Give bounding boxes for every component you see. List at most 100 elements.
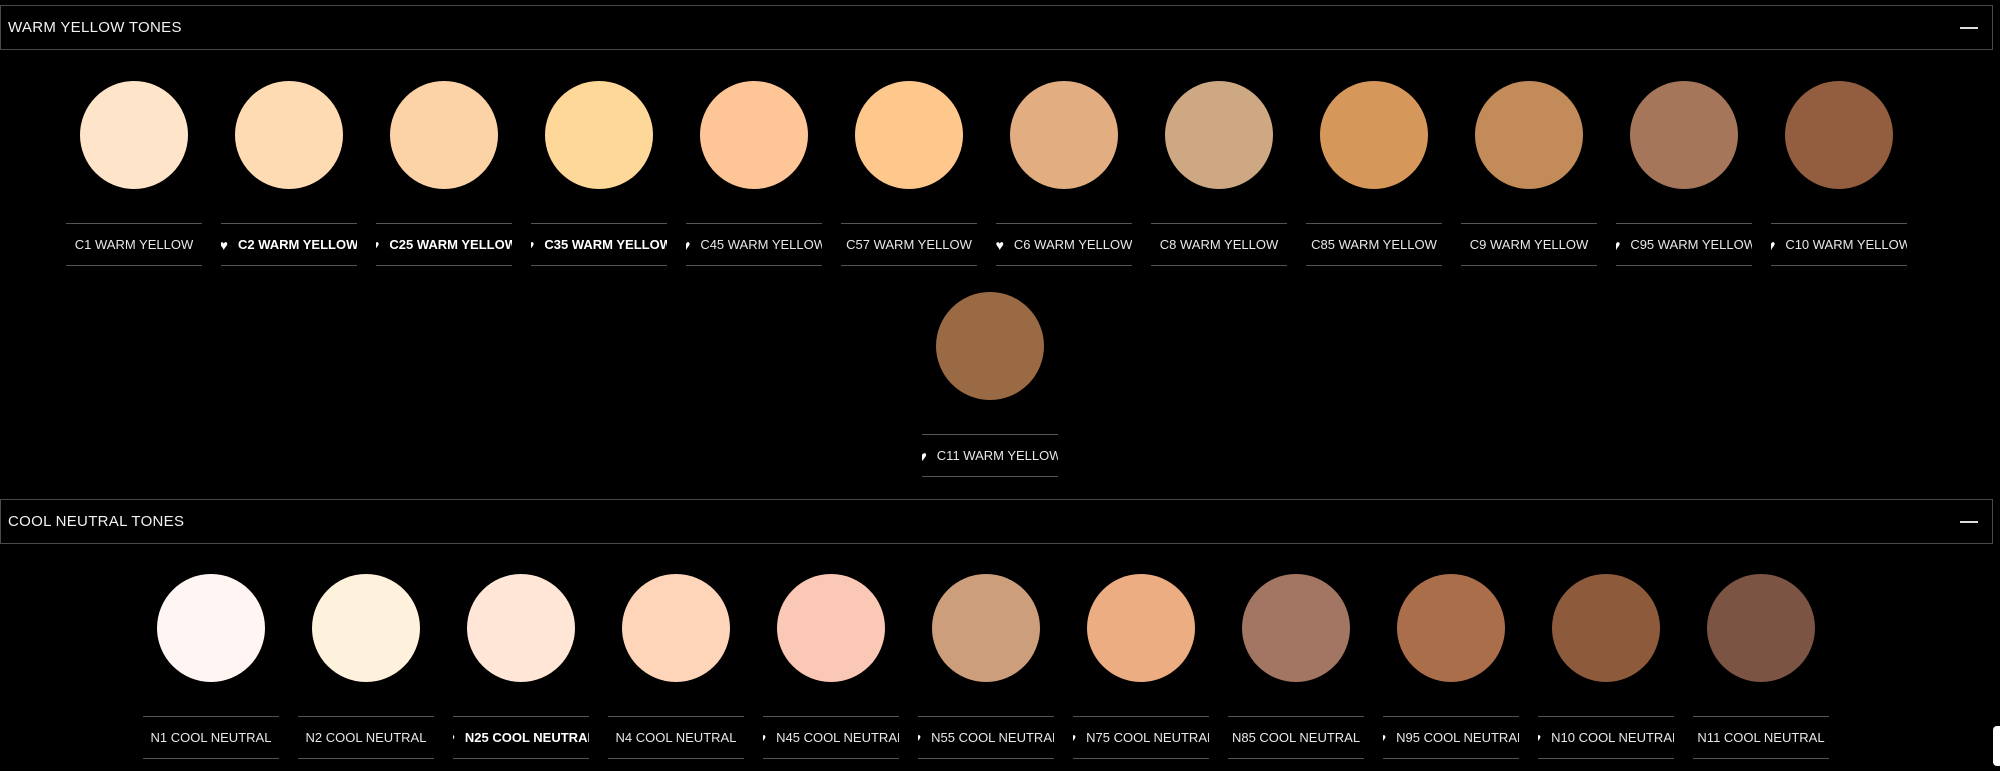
shade-label-button[interactable]: ♥ C2 WARM YELLOW xyxy=(221,223,357,266)
shade-label-button[interactable]: ♥ C45 WARM YELLOW xyxy=(686,223,822,266)
shade-label-text: C11 WARM YELLOW xyxy=(936,448,1058,463)
shade-color-circle[interactable] xyxy=(390,81,498,189)
shade-label-button[interactable]: ♥ N55 COOL NEUTRAL xyxy=(918,716,1054,759)
shade-label-text: N95 COOL NEUTRAL xyxy=(1396,730,1519,745)
shade-swatch[interactable]: ♥ C10 WARM YELLOW xyxy=(1771,81,1907,266)
shade-label-text: N1 COOL NEUTRAL xyxy=(150,730,272,745)
shade-label-text: C10 WARM YELLOW xyxy=(1785,237,1907,252)
shade-swatch[interactable]: ♥ C11 WARM YELLOW xyxy=(922,292,1058,477)
shade-swatch[interactable]: ♥ N55 COOL NEUTRAL xyxy=(918,574,1054,759)
shade-color-circle[interactable] xyxy=(545,81,653,189)
shade-label-text: C57 WARM YELLOW xyxy=(846,237,972,252)
shade-color-circle[interactable] xyxy=(235,81,343,189)
shade-label-text: N4 COOL NEUTRAL xyxy=(615,730,737,745)
shade-swatch[interactable]: C85 WARM YELLOW xyxy=(1306,81,1442,266)
shade-swatch[interactable]: ♥ N10 COOL NEUTRAL xyxy=(1538,574,1674,759)
heart-icon: ♥ xyxy=(1538,731,1541,745)
shade-swatch[interactable]: N4 COOL NEUTRAL xyxy=(608,574,744,759)
shade-swatch[interactable]: ♥ N45 COOL NEUTRAL xyxy=(763,574,899,759)
shade-label-button[interactable]: C57 WARM YELLOW xyxy=(841,223,977,266)
shade-label-button[interactable]: C85 WARM YELLOW xyxy=(1306,223,1442,266)
shade-color-circle[interactable] xyxy=(157,574,265,682)
shade-label-button[interactable]: N85 COOL NEUTRAL xyxy=(1228,716,1364,759)
shade-label-button[interactable]: ♥ C95 WARM YELLOW xyxy=(1616,223,1752,266)
section-title: WARM YELLOW TONES xyxy=(8,19,182,36)
shade-color-circle[interactable] xyxy=(936,292,1044,400)
shade-color-circle[interactable] xyxy=(700,81,808,189)
shade-label-button[interactable]: ♥ C6 WARM YELLOW xyxy=(996,223,1132,266)
shade-color-circle[interactable] xyxy=(1475,81,1583,189)
shade-swatch[interactable]: ♥ C2 WARM YELLOW xyxy=(221,81,357,266)
shade-color-circle[interactable] xyxy=(1785,81,1893,189)
shade-swatch[interactable]: C57 WARM YELLOW xyxy=(841,81,977,266)
section-header-warm-yellow[interactable]: WARM YELLOW TONES xyxy=(0,5,1993,50)
shade-color-circle[interactable] xyxy=(932,574,1040,682)
shade-label-text: N10 COOL NEUTRAL xyxy=(1551,730,1674,745)
heart-icon: ♥ xyxy=(1383,731,1386,745)
shade-swatch[interactable]: ♥ N75 COOL NEUTRAL xyxy=(1073,574,1209,759)
shade-label-button[interactable]: ♥ C35 WARM YELLOW xyxy=(531,223,667,266)
shade-swatch[interactable]: ♥ C45 WARM YELLOW xyxy=(686,81,822,266)
shade-color-circle[interactable] xyxy=(312,574,420,682)
shade-label-button[interactable]: ♥ C11 WARM YELLOW xyxy=(922,434,1058,477)
shade-label-button[interactable]: ♥ N95 COOL NEUTRAL xyxy=(1383,716,1519,759)
shade-label-text: C6 WARM YELLOW xyxy=(1013,237,1132,252)
shade-color-circle[interactable] xyxy=(1087,574,1195,682)
heart-icon: ♥ xyxy=(922,449,927,463)
shade-label-button[interactable]: ♥ C10 WARM YELLOW xyxy=(1771,223,1907,266)
collapse-minus-icon[interactable] xyxy=(1960,520,1978,523)
heart-icon: ♥ xyxy=(221,238,228,252)
shade-color-circle[interactable] xyxy=(855,81,963,189)
shade-label-text: N75 COOL NEUTRAL xyxy=(1086,730,1209,745)
shade-swatch[interactable]: ♥ N95 COOL NEUTRAL xyxy=(1383,574,1519,759)
shade-color-circle[interactable] xyxy=(777,574,885,682)
section-header-cool-neutral[interactable]: COOL NEUTRAL TONES xyxy=(0,499,1993,544)
shade-label-button[interactable]: C9 WARM YELLOW xyxy=(1461,223,1597,266)
shade-label-button[interactable]: N1 COOL NEUTRAL xyxy=(143,716,279,759)
shade-color-circle[interactable] xyxy=(1397,574,1505,682)
heart-icon: ♥ xyxy=(763,731,766,745)
shade-label-button[interactable]: C1 WARM YELLOW xyxy=(66,223,202,266)
shade-label-button[interactable]: C8 WARM YELLOW xyxy=(1151,223,1287,266)
shade-label-button[interactable]: ♥ N45 COOL NEUTRAL xyxy=(763,716,899,759)
shade-swatch[interactable]: C9 WARM YELLOW xyxy=(1461,81,1597,266)
shade-label-text: C95 WARM YELLOW xyxy=(1630,237,1752,252)
shade-swatch[interactable]: ♥ C35 WARM YELLOW xyxy=(531,81,667,266)
shade-label-text: C35 WARM YELLOW xyxy=(544,237,667,252)
shade-label-button[interactable]: N2 COOL NEUTRAL xyxy=(298,716,434,759)
shade-swatch[interactable]: ♥ C25 WARM YELLOW xyxy=(376,81,512,266)
shade-color-circle[interactable] xyxy=(1552,574,1660,682)
shade-color-circle[interactable] xyxy=(1320,81,1428,189)
shade-color-circle[interactable] xyxy=(1707,574,1815,682)
collapse-minus-icon[interactable] xyxy=(1960,26,1978,29)
section-title: COOL NEUTRAL TONES xyxy=(8,513,185,530)
shade-label-button[interactable]: ♥ N75 COOL NEUTRAL xyxy=(1073,716,1209,759)
shade-color-circle[interactable] xyxy=(1010,81,1118,189)
scrollbar-thumb[interactable] xyxy=(1993,726,2000,766)
shade-label-text: N55 COOL NEUTRAL xyxy=(931,730,1054,745)
shade-swatch[interactable]: ♥ N25 COOL NEUTRAL xyxy=(453,574,589,759)
shade-swatch[interactable]: C1 WARM YELLOW xyxy=(66,81,202,266)
shade-swatch[interactable]: ♥ C95 WARM YELLOW xyxy=(1616,81,1752,266)
shade-label-button[interactable]: N4 COOL NEUTRAL xyxy=(608,716,744,759)
shade-swatch[interactable]: ♥ C6 WARM YELLOW xyxy=(996,81,1132,266)
shade-color-circle[interactable] xyxy=(467,574,575,682)
shade-label-button[interactable]: N11 COOL NEUTRAL xyxy=(1693,716,1829,759)
shade-color-circle[interactable] xyxy=(1630,81,1738,189)
shade-color-circle[interactable] xyxy=(1242,574,1350,682)
shade-label-text: C85 WARM YELLOW xyxy=(1311,237,1437,252)
shade-swatch[interactable]: C8 WARM YELLOW xyxy=(1151,81,1287,266)
shade-label-text: N45 COOL NEUTRAL xyxy=(776,730,899,745)
shade-color-circle[interactable] xyxy=(1165,81,1273,189)
shade-swatch[interactable]: N11 COOL NEUTRAL xyxy=(1693,574,1829,759)
shade-label-text: C9 WARM YELLOW xyxy=(1469,237,1589,252)
shade-label-text: C25 WARM YELLOW xyxy=(389,237,512,252)
shade-swatch[interactable]: N1 COOL NEUTRAL xyxy=(143,574,279,759)
shade-color-circle[interactable] xyxy=(80,81,188,189)
shade-color-circle[interactable] xyxy=(622,574,730,682)
shade-swatch[interactable]: N85 COOL NEUTRAL xyxy=(1228,574,1364,759)
shade-label-button[interactable]: ♥ N10 COOL NEUTRAL xyxy=(1538,716,1674,759)
shade-label-button[interactable]: ♥ N25 COOL NEUTRAL xyxy=(453,716,589,759)
shade-swatch[interactable]: N2 COOL NEUTRAL xyxy=(298,574,434,759)
shade-label-button[interactable]: ♥ C25 WARM YELLOW xyxy=(376,223,512,266)
